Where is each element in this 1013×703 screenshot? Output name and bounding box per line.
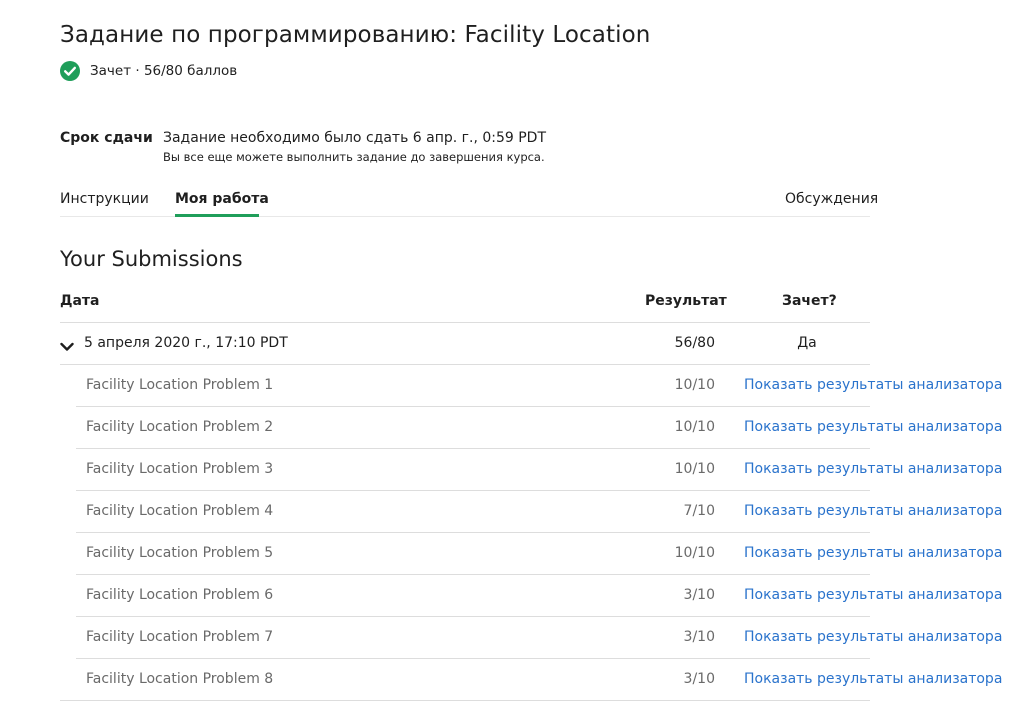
check-circle-icon: [60, 61, 80, 81]
part-score: 3/10: [683, 587, 715, 603]
submission-passed: Да: [797, 335, 817, 351]
due-text: Задание необходимо было сдать 6 апр. г.,…: [163, 130, 547, 146]
grade-status: Зачет · 56/80 баллов: [60, 61, 237, 81]
row-divider: [76, 616, 870, 617]
show-grader-output-link[interactable]: Показать результаты анализатора: [744, 377, 1002, 393]
show-grader-output-link[interactable]: Показать результаты анализатора: [744, 545, 1002, 561]
submission-date: 5 апреля 2020 г., 17:10 PDT: [84, 335, 288, 351]
page-title: Задание по программированию: Facility Lo…: [60, 22, 651, 48]
tab-instructions[interactable]: Инструкции: [60, 191, 149, 207]
show-grader-output-link[interactable]: Показать результаты анализатора: [744, 503, 1002, 519]
row-divider: [76, 448, 870, 449]
part-score: 7/10: [683, 503, 715, 519]
row-divider: [60, 364, 870, 365]
row-divider: [76, 658, 870, 659]
tab-my-work[interactable]: Моя работа: [175, 191, 269, 207]
column-header-result: Результат: [645, 293, 727, 309]
part-name: Facility Location Problem 8: [86, 671, 274, 687]
row-divider: [76, 406, 870, 407]
part-name: Facility Location Problem 6: [86, 587, 274, 603]
due-note: Вы все еще можете выполнить задание до з…: [163, 150, 545, 164]
part-score: 3/10: [683, 629, 715, 645]
part-name: Facility Location Problem 4: [86, 503, 274, 519]
part-score: 10/10: [674, 377, 715, 393]
due-label: Срок сдачи: [60, 130, 153, 146]
header-divider: [60, 322, 870, 323]
tab-discussions[interactable]: Обсуждения: [785, 191, 878, 207]
row-divider: [76, 574, 870, 575]
part-score: 10/10: [674, 545, 715, 561]
show-grader-output-link[interactable]: Показать результаты анализатора: [744, 629, 1002, 645]
part-score: 3/10: [683, 671, 715, 687]
column-header-passed: Зачет?: [782, 293, 837, 309]
part-score: 10/10: [674, 419, 715, 435]
part-name: Facility Location Problem 3: [86, 461, 274, 477]
table-bottom-divider: [60, 700, 870, 701]
row-divider: [76, 490, 870, 491]
show-grader-output-link[interactable]: Показать результаты анализатора: [744, 671, 1002, 687]
part-name: Facility Location Problem 2: [86, 419, 274, 435]
row-divider: [76, 532, 870, 533]
chevron-down-icon[interactable]: [60, 338, 74, 351]
column-header-date: Дата: [60, 293, 100, 309]
part-name: Facility Location Problem 7: [86, 629, 274, 645]
submissions-title: Your Submissions: [60, 247, 243, 271]
part-score: 10/10: [674, 461, 715, 477]
show-grader-output-link[interactable]: Показать результаты анализатора: [744, 419, 1002, 435]
submission-score: 56/80: [674, 335, 715, 351]
active-tab-indicator: [175, 214, 259, 217]
show-grader-output-link[interactable]: Показать результаты анализатора: [744, 587, 1002, 603]
status-text: Зачет · 56/80 баллов: [90, 63, 238, 79]
part-name: Facility Location Problem 1: [86, 377, 274, 393]
part-name: Facility Location Problem 5: [86, 545, 274, 561]
show-grader-output-link[interactable]: Показать результаты анализатора: [744, 461, 1002, 477]
